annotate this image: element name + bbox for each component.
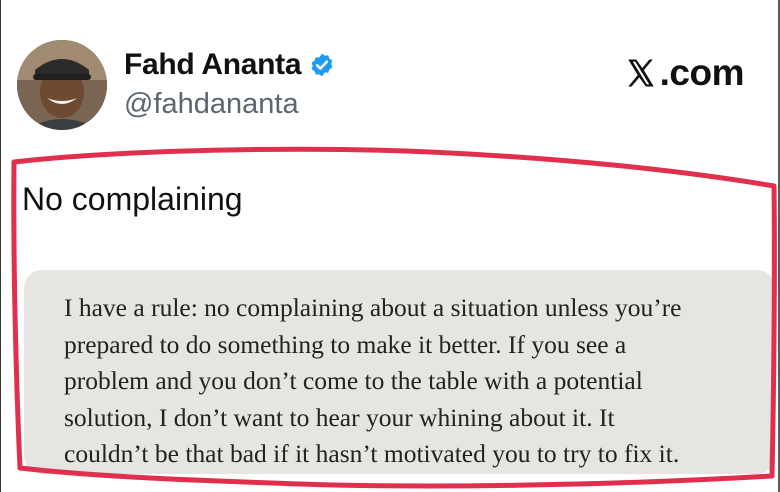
author-handle[interactable]: @fahdananta bbox=[124, 88, 299, 121]
avatar[interactable] bbox=[17, 40, 107, 130]
quote-line: couldn’t be that bad if it hasn’t motiva… bbox=[64, 439, 680, 468]
screenshot-frame-left-edge bbox=[0, 0, 1, 492]
quote-image-card[interactable]: I have a rule: no complaining about a si… bbox=[24, 270, 775, 474]
quote-line: solution, I don’t want to hear your whin… bbox=[64, 402, 615, 432]
quote-text: I have a rule: no complaining about a si… bbox=[64, 290, 764, 473]
quote-line: problem and you don’t come to the table … bbox=[64, 366, 643, 395]
verified-badge-icon bbox=[311, 53, 333, 77]
quote-line: I have a rule: no complaining about a si… bbox=[64, 293, 682, 322]
quote-line: prepared to do something to make it bett… bbox=[64, 329, 627, 359]
profile-photo-icon bbox=[17, 40, 107, 130]
author-display-name[interactable]: Fahd Ananta bbox=[124, 48, 302, 82]
site-logo: .com bbox=[624, 52, 745, 94]
author-name-row[interactable]: Fahd Ananta bbox=[124, 48, 335, 82]
site-logo-text: .com bbox=[659, 52, 745, 93]
post-text: No complaining bbox=[22, 181, 243, 217]
x-logo-icon bbox=[627, 59, 654, 87]
